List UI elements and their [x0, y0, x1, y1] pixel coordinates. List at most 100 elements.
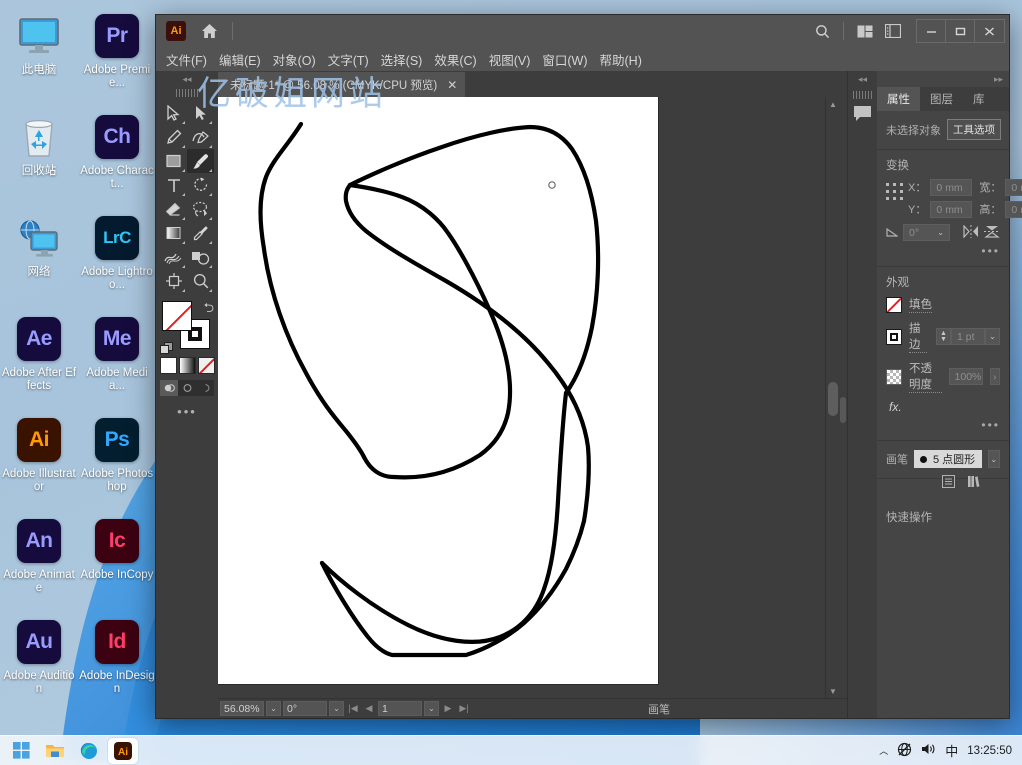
rotation-dropdown-icon[interactable]: ⌄	[329, 701, 344, 716]
close-button[interactable]	[975, 20, 1004, 42]
fill-swatch[interactable]	[886, 297, 902, 313]
shape-builder-tool[interactable]	[187, 245, 214, 269]
artboard-number-field[interactable]: 1	[378, 701, 422, 716]
desktop-icon-12[interactable]: AuAdobe Audition	[0, 610, 78, 711]
desktop-icon-0[interactable]: 此电脑	[0, 4, 78, 105]
brush-dropdown-icon[interactable]: ⌄	[988, 450, 1001, 468]
menu-item-7[interactable]: 窗口(W)	[542, 50, 587, 69]
comment-icon[interactable]	[853, 105, 872, 125]
stroke-weight-dropdown[interactable]: ⌄	[985, 328, 1000, 345]
swap-fill-stroke-icon[interactable]: ⮌	[204, 299, 214, 321]
toolbar-collapse-button[interactable]: ◂◂	[156, 71, 218, 87]
height-field[interactable]: 0 mm	[1005, 201, 1022, 218]
network-icon[interactable]	[897, 742, 912, 760]
draw-behind-icon[interactable]	[178, 380, 196, 396]
rotate-tool[interactable]	[187, 173, 214, 197]
desktop-icon-4[interactable]: 网络	[0, 206, 78, 307]
scroll-up-arrow-icon[interactable]: ▲	[826, 97, 840, 111]
edge-button[interactable]	[74, 738, 104, 764]
workspace-switcher-icon[interactable]	[852, 19, 878, 43]
illustrator-taskbar-button[interactable]: Ai	[108, 738, 138, 764]
ime-indicator[interactable]: 中	[945, 741, 958, 760]
rotation-angle-field[interactable]: 0° ⌄	[903, 224, 950, 241]
toolbar-more-button[interactable]: •••	[177, 404, 197, 419]
desktop-icon-8[interactable]: AiAdobe Illustrator	[0, 408, 78, 509]
flip-vertical-icon[interactable]	[984, 225, 1000, 241]
paintbrush-tool[interactable]	[187, 149, 214, 173]
rotation-angle-caret-icon[interactable]: ⌄	[937, 228, 944, 237]
properties-tab-1[interactable]: 图层	[920, 87, 963, 111]
desktop-icon-1[interactable]: PrAdobe Premie...	[78, 4, 156, 105]
desktop-icon-7[interactable]: MeAdobe Media...	[78, 307, 156, 408]
properties-tab-2[interactable]: 库	[963, 87, 995, 111]
fill-color-swatch[interactable]	[162, 301, 192, 331]
appearance-more-button[interactable]: •••	[886, 418, 1000, 432]
menu-item-3[interactable]: 文字(T)	[328, 50, 369, 69]
desktop-icon-3[interactable]: ChAdobe Charact...	[78, 105, 156, 206]
comment-rail-grip[interactable]	[853, 91, 873, 99]
eyedropper-tool[interactable]	[187, 221, 214, 245]
tray-chevron-icon[interactable]: ︿	[879, 744, 888, 757]
y-field[interactable]: 0 mm	[930, 201, 972, 218]
desktop-icon-5[interactable]: LrCAdobe Lightroo...	[78, 206, 156, 307]
brush-library-icon[interactable]	[967, 475, 982, 491]
clock[interactable]: 13:25:50	[967, 745, 1012, 757]
canvas-viewport[interactable]	[218, 97, 825, 698]
last-artboard-icon[interactable]: ▶|	[457, 703, 471, 714]
menu-item-6[interactable]: 视图(V)	[489, 50, 531, 69]
desktop-icon-2[interactable]: 回收站	[0, 105, 78, 206]
lasso-tool[interactable]	[187, 197, 214, 221]
panel-resize-grab[interactable]	[840, 397, 846, 423]
scroll-down-arrow-icon[interactable]: ▼	[826, 684, 840, 698]
comment-rail-collapse[interactable]: ◂◂	[858, 71, 867, 87]
desktop-icon-6[interactable]: AeAdobe After Effects	[0, 307, 78, 408]
document-tab[interactable]: 未标题-1* @ 56.08 % (CMYK/CPU 预览) ✕	[218, 72, 465, 97]
menu-item-5[interactable]: 效果(C)	[434, 50, 476, 69]
properties-tab-0[interactable]: 属性	[877, 87, 920, 111]
stroke-swatch[interactable]	[886, 329, 902, 345]
prev-artboard-icon[interactable]: ◀	[362, 703, 376, 714]
draw-inside-icon[interactable]	[196, 380, 214, 396]
panel-resize-divider[interactable]	[839, 97, 847, 698]
panel-toggle-icon[interactable]	[880, 19, 906, 43]
menu-item-1[interactable]: 编辑(E)	[219, 50, 261, 69]
home-icon[interactable]	[198, 20, 220, 42]
vertical-scrollbar-thumb[interactable]	[828, 382, 838, 416]
vertical-scrollbar[interactable]: ▲ ▼	[825, 97, 839, 698]
search-icon[interactable]	[809, 19, 835, 43]
stroke-weight-stepper[interactable]: ▲▼	[936, 328, 951, 345]
document-tab-close-icon[interactable]: ✕	[447, 78, 457, 92]
zoom-dropdown-icon[interactable]: ⌄	[266, 701, 281, 716]
menu-item-2[interactable]: 对象(O)	[273, 50, 316, 69]
zoom-level-field[interactable]: 56.08%	[220, 701, 264, 716]
volume-icon[interactable]	[921, 742, 936, 759]
desktop-icon-10[interactable]: AnAdobe Animate	[0, 509, 78, 610]
desktop-icon-11[interactable]: IcAdobe InCopy	[78, 509, 156, 610]
rectangle-tool[interactable]	[160, 149, 187, 173]
gradient-tool[interactable]	[160, 221, 187, 245]
fx-button[interactable]: fx.	[886, 400, 1000, 414]
eraser-tool[interactable]	[160, 197, 187, 221]
next-artboard-icon[interactable]: ▶	[441, 703, 455, 714]
toolbar-drag-grip[interactable]	[176, 89, 198, 97]
reference-point-icon[interactable]	[886, 179, 903, 203]
selection-tool[interactable]	[160, 101, 187, 125]
artboard-dropdown-icon[interactable]: ⌄	[424, 701, 439, 716]
artboard-tool[interactable]	[160, 269, 187, 293]
type-tool[interactable]	[160, 173, 187, 197]
color-swatch-button[interactable]	[160, 357, 177, 374]
properties-panel-collapse[interactable]: ▸▸	[877, 71, 1009, 87]
curvature-tool[interactable]	[187, 125, 214, 149]
none-swatch-button[interactable]	[198, 357, 215, 374]
artboard[interactable]	[218, 97, 658, 684]
transform-more-button[interactable]: •••	[886, 244, 1000, 258]
tool-options-button[interactable]: 工具选项	[947, 119, 1001, 140]
draw-normal-icon[interactable]	[160, 380, 178, 396]
desktop-icon-9[interactable]: PsAdobe Photoshop	[78, 408, 156, 509]
blend-tool[interactable]	[160, 245, 187, 269]
menu-item-8[interactable]: 帮助(H)	[600, 50, 642, 69]
opacity-expand-icon[interactable]: ›	[990, 368, 1000, 385]
file-explorer-button[interactable]	[40, 738, 70, 764]
default-fill-stroke-icon[interactable]	[160, 342, 173, 355]
zoom-tool[interactable]	[187, 269, 214, 293]
